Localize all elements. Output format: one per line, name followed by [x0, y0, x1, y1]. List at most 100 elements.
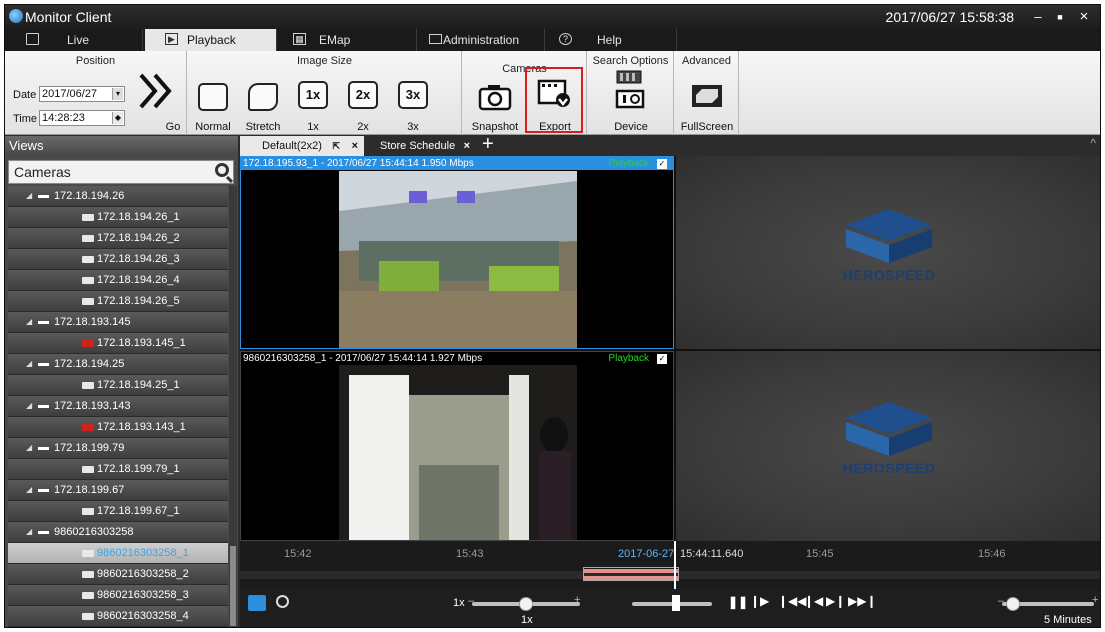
- skip-to-start-icon[interactable]: ❙◀◀: [778, 594, 807, 608]
- tile-checkbox[interactable]: ✓: [657, 159, 667, 169]
- device-button[interactable]: Device: [596, 69, 666, 133]
- expand-triangle-icon[interactable]: ◢: [26, 312, 32, 332]
- camera-offline-icon: [82, 340, 94, 347]
- tab-playback[interactable]: ▶ Playback: [145, 29, 277, 51]
- camera-icon: [82, 298, 94, 305]
- tree-device-node[interactable]: ◢ 172.18.193.143: [8, 396, 228, 417]
- clock-icon[interactable]: [276, 595, 289, 608]
- monitor-client-window: Monitor Client 2017/06/27 15:58:38 – ■ ×…: [4, 4, 1101, 628]
- minimize-button[interactable]: –: [1028, 8, 1048, 26]
- tree-camera-node[interactable]: 172.18.199.67_1: [8, 501, 228, 522]
- tree-device-node[interactable]: ◢ 172.18.199.79: [8, 438, 228, 459]
- interval-minus-icon[interactable]: –: [998, 595, 1004, 607]
- playback-icon: ▶: [165, 33, 178, 45]
- pause-icon[interactable]: ❚❚: [728, 595, 748, 609]
- previous-frame-icon[interactable]: ❙◀: [804, 594, 823, 608]
- search-icon[interactable]: [215, 163, 229, 177]
- video-tile-3[interactable]: 9860216303258_1 - 2017/06/27 15:44:14 1.…: [240, 351, 674, 541]
- go-button[interactable]: Go: [131, 69, 183, 133]
- video-tile-4[interactable]: HEROSPEED: [676, 351, 1100, 541]
- collapse-ribbon-icon[interactable]: ^: [1090, 136, 1096, 150]
- tree-device-node[interactable]: ◢ 172.18.199.67: [8, 480, 228, 501]
- playback-mode-icon[interactable]: [248, 595, 266, 611]
- step-forward-icon[interactable]: ❙▶: [750, 594, 769, 608]
- zoom-3x-button[interactable]: 3x 3x: [388, 69, 438, 133]
- fullscreen-button[interactable]: FullScreen: [677, 69, 737, 133]
- expand-triangle-icon[interactable]: ◢: [26, 480, 32, 500]
- map-icon: ▦: [293, 33, 306, 45]
- device-icon: [38, 195, 49, 198]
- tree-scroll-thumb[interactable]: [230, 546, 236, 626]
- time-spinner-icon[interactable]: ◆: [112, 112, 123, 124]
- tree-camera-node[interactable]: 9860216303258_2: [8, 564, 228, 585]
- ribbon-toolbar: Position Date 2017/06/27 ▾ Time 14:28:23…: [5, 51, 1100, 135]
- timeline-cursor[interactable]: [674, 541, 676, 589]
- video-tile-1[interactable]: 172.18.195.93_1 - 2017/06/27 15:44:14 1.…: [240, 156, 674, 349]
- tree-device-node[interactable]: ◢ 172.18.193.145: [8, 312, 228, 333]
- tree-node-label: 172.18.193.145_1: [97, 337, 186, 349]
- tree-camera-node[interactable]: 172.18.194.25_1: [8, 375, 228, 396]
- image-size-group-title: Image Size: [296, 55, 353, 67]
- tab-live[interactable]: Live: [5, 29, 143, 51]
- tree-device-node[interactable]: ◢ 172.18.194.26: [8, 186, 228, 207]
- maximize-button[interactable]: ■: [1050, 8, 1070, 26]
- speed-slider-knob[interactable]: [519, 597, 533, 611]
- tree-node-label: 9860216303258_1: [97, 547, 189, 559]
- expand-triangle-icon[interactable]: ◢: [26, 354, 32, 374]
- expand-triangle-icon[interactable]: ◢: [26, 396, 32, 416]
- stretch-size-button[interactable]: Stretch: [238, 69, 288, 133]
- close-tab-icon[interactable]: ×: [464, 136, 470, 156]
- video-tile-2[interactable]: HEROSPEED: [676, 156, 1100, 349]
- tab-administration[interactable]: Administration: [417, 29, 545, 51]
- chevron-down-icon[interactable]: ▾: [112, 88, 123, 100]
- expand-triangle-icon[interactable]: ◢: [26, 186, 32, 206]
- expand-triangle-icon[interactable]: ◢: [26, 438, 32, 458]
- tree-camera-node[interactable]: 9860216303258_4: [8, 606, 228, 627]
- expand-triangle-icon[interactable]: ◢: [26, 522, 32, 542]
- pin-icon[interactable]: ⇱: [332, 136, 340, 156]
- tree-node-label: 172.18.194.25: [54, 358, 125, 370]
- tile-checkbox[interactable]: ✓: [657, 354, 667, 364]
- tree-camera-node[interactable]: 172.18.193.145_1: [8, 333, 228, 354]
- interval-slider-knob[interactable]: [1006, 597, 1021, 611]
- device-icon: [38, 321, 49, 324]
- add-view-tab-button[interactable]: +: [482, 133, 494, 156]
- tab-help[interactable]: ? Help: [545, 29, 677, 51]
- tree-scrollbar[interactable]: [229, 186, 237, 627]
- tab-emap[interactable]: ▦ EMap: [279, 29, 417, 51]
- next-frame-icon[interactable]: ▶❙: [826, 594, 845, 608]
- app-logo-icon: [9, 9, 23, 23]
- tree-camera-node[interactable]: 9860216303258_5: [8, 627, 228, 628]
- view-tab-default[interactable]: Default(2x2) ⇱ ×: [240, 136, 364, 156]
- view-tab-store-schedule[interactable]: Store Schedule ×: [368, 136, 476, 156]
- playback-timeline[interactable]: 15:42 15:43 2017-06-27 15:44:11.640 15:4…: [240, 541, 1100, 589]
- views-header: Views: [5, 136, 238, 156]
- tree-camera-node[interactable]: 172.18.194.26_3: [8, 249, 228, 270]
- tree-camera-node[interactable]: 172.18.193.143_1: [8, 417, 228, 438]
- camera-icon: [82, 550, 94, 557]
- tree-camera-node[interactable]: 172.18.194.26_4: [8, 270, 228, 291]
- close-button[interactable]: ×: [1074, 8, 1094, 26]
- tree-device-node[interactable]: ◢ 172.18.194.25: [8, 354, 228, 375]
- tree-camera-node[interactable]: 9860216303258_1: [8, 543, 228, 564]
- tree-device-node[interactable]: ◢ 9860216303258: [8, 522, 228, 543]
- normal-size-button[interactable]: Normal: [188, 69, 238, 133]
- date-field[interactable]: 2017/06/27 ▾: [39, 86, 125, 102]
- frame-slider-thumb[interactable]: [672, 595, 680, 611]
- camera-search-box[interactable]: Cameras: [8, 160, 234, 184]
- zoom-2x-button[interactable]: 2x 2x: [338, 69, 388, 133]
- tree-camera-node[interactable]: 172.18.194.26_1: [8, 207, 228, 228]
- speed-plus-icon[interactable]: +: [574, 594, 580, 606]
- skip-to-end-icon[interactable]: ▶▶❙: [848, 594, 877, 608]
- tree-camera-node[interactable]: 172.18.194.26_2: [8, 228, 228, 249]
- tree-camera-node[interactable]: 172.18.199.79_1: [8, 459, 228, 480]
- zoom-1x-button[interactable]: 1x 1x: [288, 69, 338, 133]
- tree-camera-node[interactable]: 172.18.194.26_5: [8, 291, 228, 312]
- interval-plus-icon[interactable]: +: [1092, 594, 1098, 606]
- snapshot-button[interactable]: Snapshot: [467, 69, 523, 133]
- time-field[interactable]: 14:28:23 ◆: [39, 110, 125, 126]
- tree-camera-node[interactable]: 9860216303258_3: [8, 585, 228, 606]
- camera-icon: [82, 466, 94, 473]
- close-tab-icon[interactable]: ×: [352, 136, 358, 156]
- speed-minus-icon[interactable]: –: [468, 595, 474, 607]
